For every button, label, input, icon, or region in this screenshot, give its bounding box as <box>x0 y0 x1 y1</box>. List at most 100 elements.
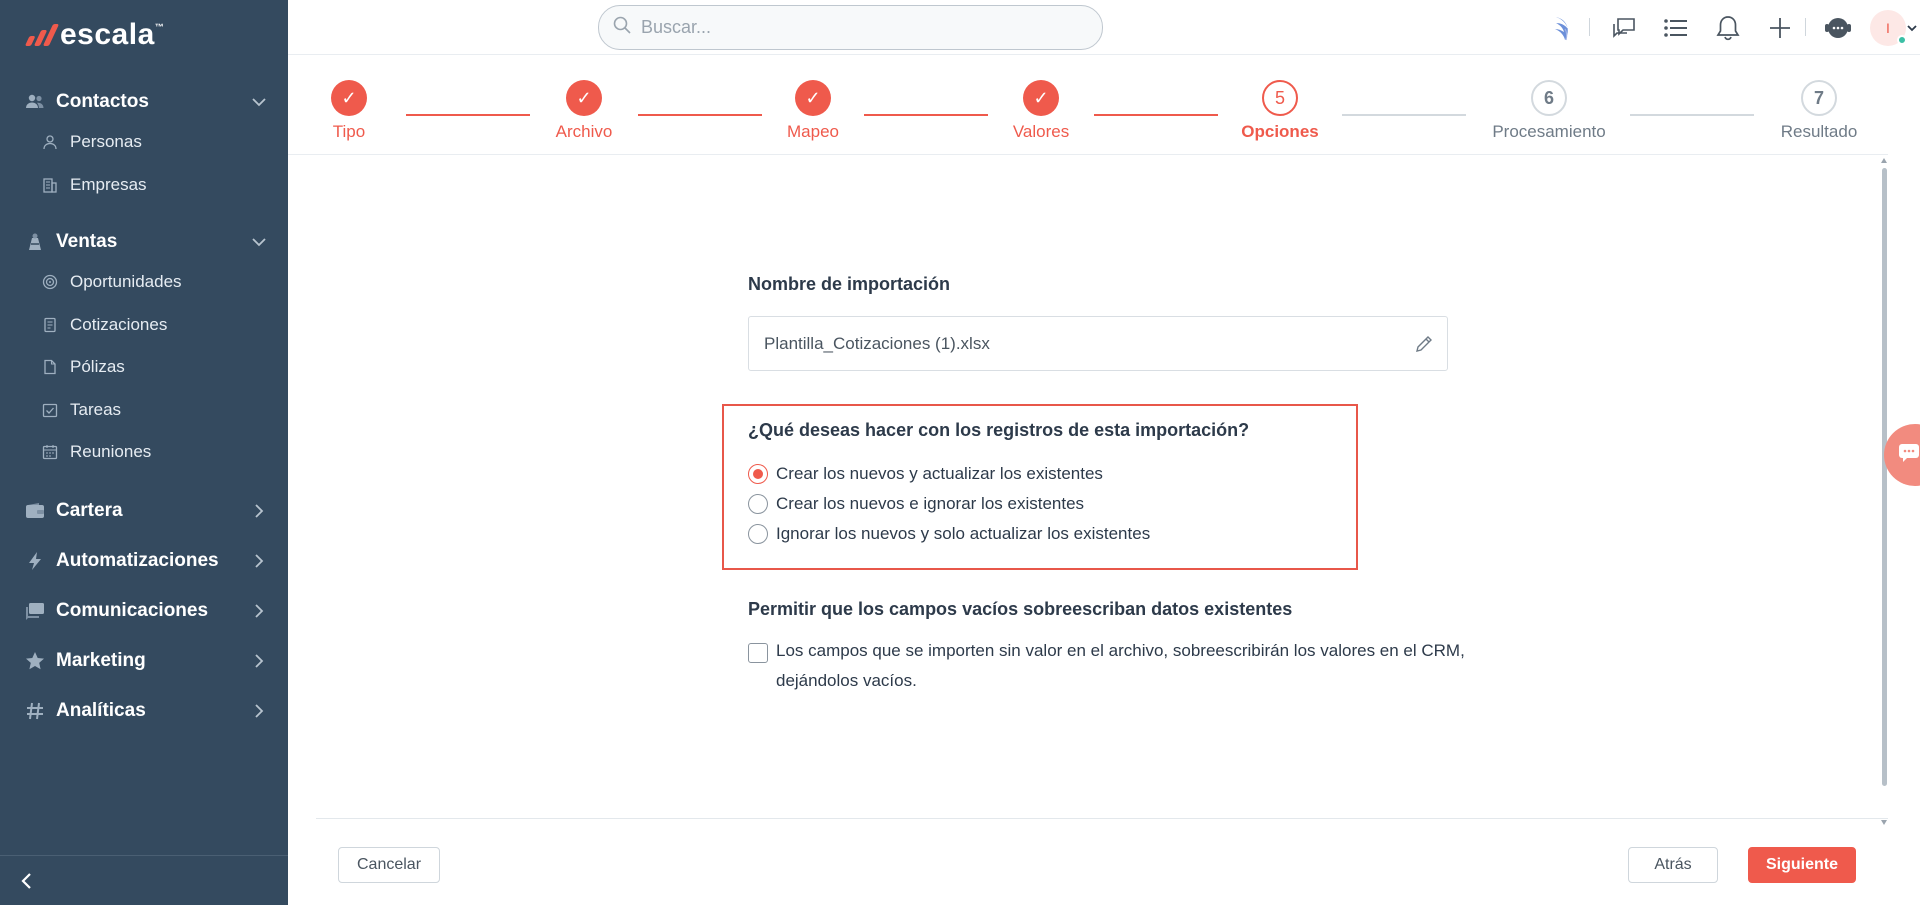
pencil-icon[interactable] <box>1413 333 1435 355</box>
radio-button[interactable] <box>748 494 768 514</box>
sidebar-item-personas[interactable]: Personas <box>0 125 288 159</box>
sidebar-item-label: Oportunidades <box>70 272 182 291</box>
avatar[interactable]: I <box>1870 10 1907 46</box>
chevron-right-icon <box>252 654 266 668</box>
radio-button[interactable] <box>748 524 768 544</box>
sidebar-item-label: Reuniones <box>70 442 152 461</box>
chevron-down-icon <box>252 235 266 249</box>
sidebar-item-label: Personas <box>70 132 142 151</box>
sidebar-section-marketing[interactable]: Marketing <box>0 641 288 681</box>
step-label: Resultado <box>1780 122 1858 141</box>
sidebar-item-polizas[interactable]: Pólizas <box>0 350 288 384</box>
record-action-question: ¿Qué deseas hacer con los registros de e… <box>748 420 1250 440</box>
option-ignore-and-update[interactable]: Ignorar los nuevos y solo actualizar los… <box>748 524 1150 544</box>
check-icon: ✓ <box>566 80 602 116</box>
bell-icon[interactable] <box>1714 14 1742 42</box>
scroll-down-arrow[interactable] <box>1881 820 1887 825</box>
floating-chat-button[interactable] <box>1884 424 1920 486</box>
app-root: escala™ Contactos Personas Empresas Vent… <box>0 0 1920 905</box>
sidebar-section-label: Cartera <box>56 500 123 521</box>
record-action-options: ¿Qué deseas hacer con los registros de e… <box>722 404 1358 570</box>
search-input[interactable] <box>641 17 1081 38</box>
bird-logo-icon[interactable] <box>1550 14 1578 42</box>
chat-bubbles-icon[interactable] <box>1610 14 1638 42</box>
hash-icon <box>24 700 46 722</box>
overwrite-empty-label: Permitir que los campos vacíos sobreescr… <box>748 599 1293 619</box>
sidebar: escala™ Contactos Personas Empresas Vent… <box>0 0 288 905</box>
logo-mark-icon <box>24 24 60 46</box>
back-button[interactable]: Atrás <box>1628 847 1718 883</box>
import-name-input[interactable] <box>764 333 1413 354</box>
option-label: Crear los nuevos e ignorar los existente… <box>776 494 1085 513</box>
messages-icon <box>24 600 46 622</box>
option-label: Ignorar los nuevos y solo actualizar los… <box>776 524 1151 543</box>
brand-name: escala™ <box>60 18 165 51</box>
overwrite-empty-description: Los campos que se importen sin valor en … <box>776 641 1465 690</box>
lightning-icon <box>24 550 46 572</box>
sales-icon <box>24 231 46 253</box>
list-icon[interactable] <box>1662 14 1690 42</box>
step-connector <box>638 114 762 116</box>
overwrite-empty-option[interactable]: Los campos que se importen sin valor en … <box>748 640 1468 696</box>
option-label: Crear los nuevos y actualizar los existe… <box>776 464 1103 483</box>
step-connector <box>1342 114 1466 116</box>
next-button[interactable]: Siguiente <box>1748 847 1856 883</box>
step-number: 6 <box>1531 80 1567 116</box>
chat-icon <box>1898 443 1920 468</box>
sidebar-item-tareas[interactable]: Tareas <box>0 393 288 427</box>
sidebar-section-contactos[interactable]: Contactos <box>0 82 288 122</box>
topbar-icons: I <box>1540 0 1920 55</box>
step-number: 7 <box>1801 80 1837 116</box>
sidebar-item-label: Pólizas <box>70 357 125 376</box>
check-icon: ✓ <box>795 80 831 116</box>
step-label: Mapeo <box>787 122 839 141</box>
chevron-right-icon <box>252 504 266 518</box>
import-name-field <box>748 316 1448 371</box>
separator <box>1805 18 1806 36</box>
wallet-icon <box>24 500 46 522</box>
sidebar-section-label: Automatizaciones <box>56 550 219 571</box>
sidebar-section-analiticas[interactable]: Analíticas <box>0 691 288 731</box>
check-icon: ✓ <box>1023 80 1059 116</box>
scrollbar[interactable] <box>1881 158 1887 825</box>
sidebar-footer <box>0 855 288 905</box>
overwrite-empty-checkbox[interactable] <box>748 643 768 663</box>
import-options-panel: Nombre de importación ¿Qué deseas hacer … <box>288 156 1888 825</box>
import-stepper: ✓ Tipo ✓ Archivo ✓ Mapeo ✓ Valores 5 Opc… <box>288 55 1888 155</box>
person-icon <box>42 134 58 150</box>
sidebar-section-label: Analíticas <box>56 700 146 721</box>
calendar-icon <box>42 444 58 460</box>
collapse-sidebar-icon[interactable] <box>16 870 38 892</box>
chevron-down-icon <box>252 95 266 109</box>
option-create-and-ignore[interactable]: Crear los nuevos e ignorar los existente… <box>748 494 1084 514</box>
sidebar-item-label: Empresas <box>70 175 147 194</box>
search-icon <box>613 16 631 39</box>
chevron-right-icon <box>252 704 266 718</box>
sidebar-section-automatizaciones[interactable]: Automatizaciones <box>0 541 288 581</box>
chevron-down-icon[interactable] <box>1906 14 1918 42</box>
sidebar-section-cartera[interactable]: Cartera <box>0 491 288 531</box>
scroll-up-arrow[interactable] <box>1881 158 1887 163</box>
sidebar-section-comunicaciones[interactable]: Comunicaciones <box>0 591 288 631</box>
users-icon <box>24 91 46 113</box>
sidebar-item-reuniones[interactable]: Reuniones <box>0 435 288 469</box>
step-connector <box>1630 114 1754 116</box>
sidebar-section-ventas[interactable]: Ventas <box>0 222 288 262</box>
radio-button[interactable] <box>748 464 768 484</box>
brand-logo[interactable]: escala™ <box>24 18 165 52</box>
step-label: Procesamiento <box>1492 122 1606 141</box>
option-create-and-update[interactable]: Crear los nuevos y actualizar los existe… <box>748 464 1103 484</box>
document-icon <box>42 359 58 375</box>
cancel-button[interactable]: Cancelar <box>338 847 440 883</box>
scroll-thumb[interactable] <box>1882 168 1887 786</box>
sidebar-item-empresas[interactable]: Empresas <box>0 168 288 202</box>
support-chat-icon[interactable] <box>1824 14 1852 42</box>
import-name-label: Nombre de importación <box>748 274 951 294</box>
chevron-right-icon <box>252 604 266 618</box>
sidebar-item-cotizaciones[interactable]: Cotizaciones <box>0 308 288 342</box>
sidebar-item-label: Tareas <box>70 400 122 419</box>
quote-doc-icon <box>42 317 58 333</box>
sidebar-item-oportunidades[interactable]: Oportunidades <box>0 265 288 299</box>
star-icon <box>24 650 46 672</box>
plus-icon[interactable] <box>1766 14 1794 42</box>
